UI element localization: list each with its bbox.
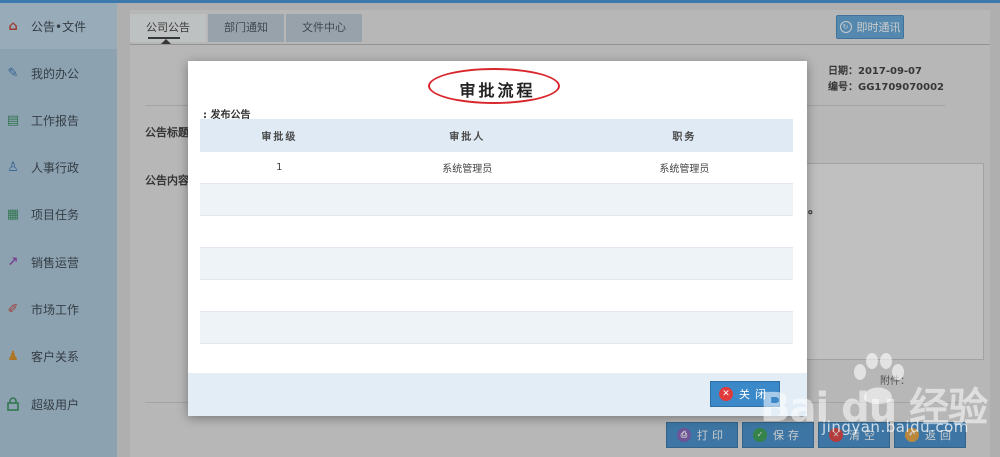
cell-approver [358,311,576,344]
approval-table: 审批级 审批人 职务 1 系统管理员 系统管理员 [200,119,793,376]
cell-approver [358,215,576,248]
table-row [200,215,793,248]
cell-position: 系统管理员 [575,152,793,184]
cell-approver [358,279,576,312]
cell-level [200,343,359,376]
dialog-title: 审批流程 [459,81,536,100]
cell-level [200,215,359,248]
column-header-approver: 审批人 [358,119,576,152]
cell-position [575,279,793,312]
close-icon: ✕ [719,387,733,401]
cell-position [575,183,793,216]
table-header-row: 审批级 审批人 职务 [200,119,793,152]
column-header-position: 职务 [575,119,793,152]
table-row [200,311,793,344]
table-row: 1 系统管理员 系统管理员 [200,152,793,184]
cell-level [200,311,359,344]
cell-approver: 系统管理员 [358,152,576,184]
cell-approver [358,183,576,216]
cell-position [575,215,793,248]
dialog-footer: ✕ 关闭 [188,373,807,416]
cell-level: 1 [200,152,359,184]
watermark-url: jingyan.baidu.com [822,418,969,436]
cell-level [200,247,359,280]
table-row [200,183,793,216]
column-header-level: 审批级 [200,119,359,152]
cell-position [575,311,793,344]
table-row [200,247,793,280]
baidu-jingyan-watermark: Bai du 经验 jingyan.baidu.com [760,340,990,440]
cell-level [200,183,359,216]
table-row [200,279,793,312]
cell-level [200,279,359,312]
approval-flow-dialog: 审批流程 : 发布公告 审批级 审批人 职务 1 系统管理员 系统管理员 ✕ 关… [188,61,807,416]
cell-approver [358,343,576,376]
table-row [200,343,793,376]
cell-position [575,247,793,280]
cell-approver [358,247,576,280]
